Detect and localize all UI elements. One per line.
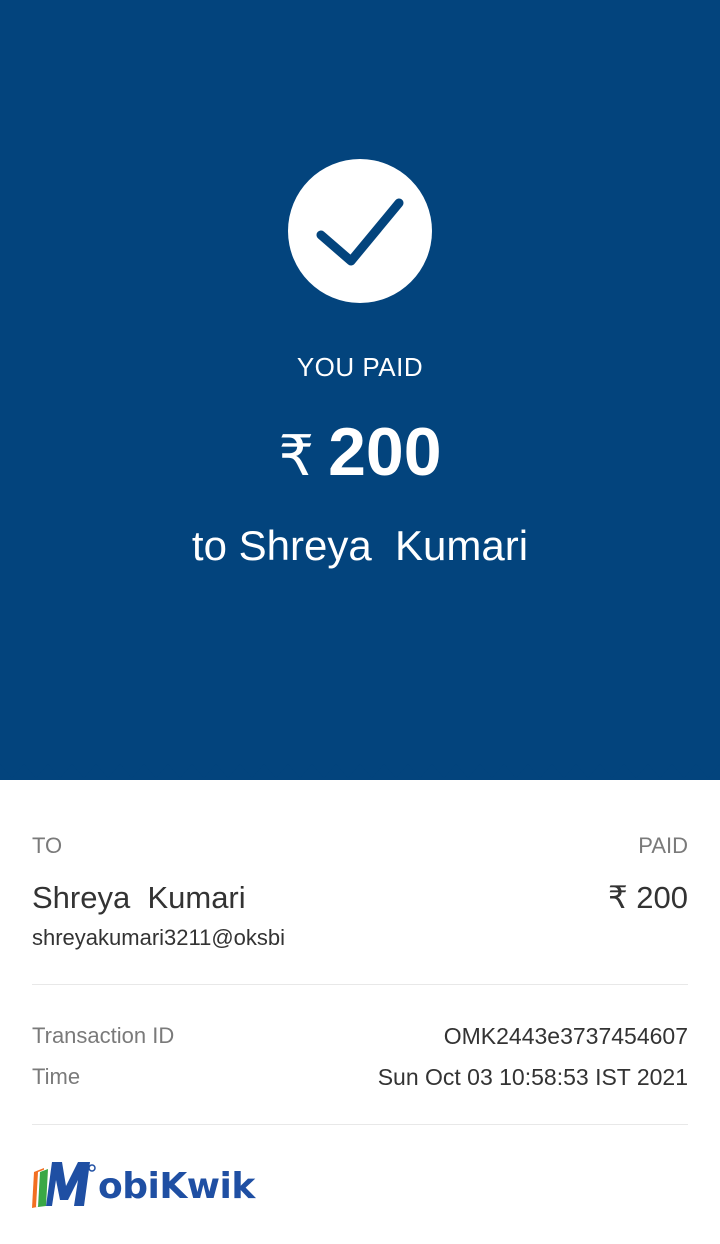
svg-text:M: M — [32, 1158, 33, 1159]
status-label: YOU PAID — [296, 352, 424, 382]
recipient-line: to Shreya Kumari — [191, 522, 529, 569]
checkmark-icon — [316, 198, 404, 266]
time-label: Time — [32, 1064, 81, 1089]
mobikwik-logo-mark: M — [32, 1158, 96, 1208]
payee-name: Shreya Kumari — [32, 880, 246, 915]
paid-label: PAID — [638, 833, 688, 858]
divider — [32, 984, 688, 985]
mobikwik-logo-text: obiKwik — [98, 1166, 255, 1207]
currency-symbol: ₹ — [278, 424, 315, 487]
divider — [32, 1124, 688, 1125]
paid-amount-display: ₹200 — [0, 413, 720, 491]
amount-value: 200 — [328, 414, 442, 490]
payee-vpa: shreyakumari3211@oksbi — [32, 925, 286, 950]
success-check-badge — [288, 159, 432, 303]
transaction-id-label: Transaction ID — [32, 1023, 175, 1048]
payee-amount: ₹ 200 — [607, 880, 688, 915]
receipt-torn-edge — [0, 760, 720, 778]
transaction-id-value: OMK2443e3737454607 — [443, 1023, 688, 1049]
mobikwik-logo: M obiKwik — [32, 1158, 255, 1210]
to-label: TO — [32, 833, 63, 858]
payment-success-header: YOU PAID ₹200 to Shreya Kumari — [0, 0, 720, 780]
time-value: Sun Oct 03 10:58:53 IST 2021 — [377, 1064, 688, 1090]
